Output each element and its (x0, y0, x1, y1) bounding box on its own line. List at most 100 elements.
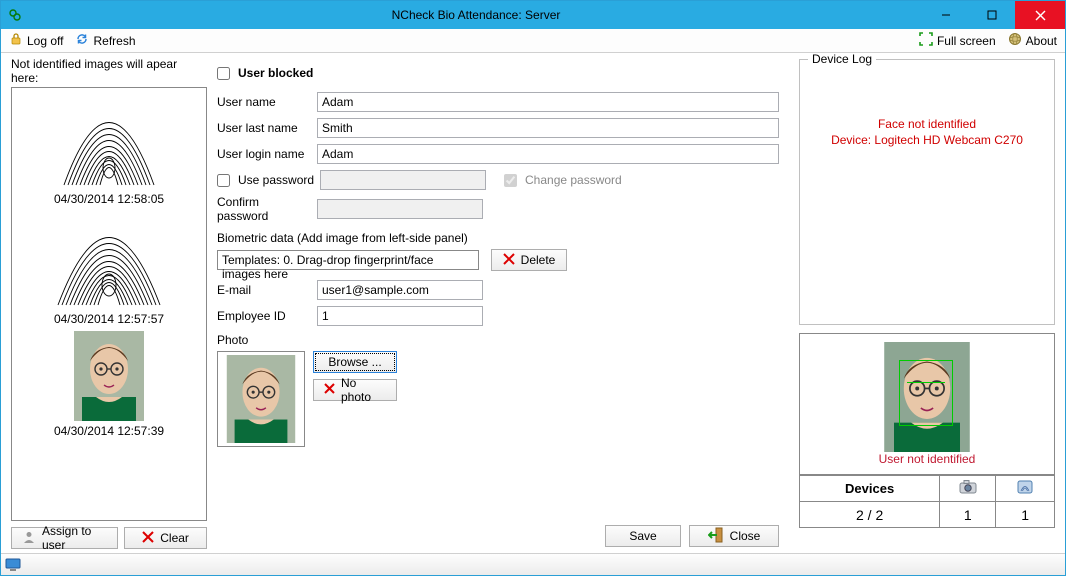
use-password-label: Use password (238, 173, 316, 187)
employee-id-input[interactable] (317, 306, 483, 326)
camera-icon-header (940, 476, 996, 502)
employee-id-label: Employee ID (217, 309, 313, 323)
window-buttons (923, 1, 1065, 29)
change-password-checkbox (504, 174, 517, 187)
app-icon (1, 8, 29, 22)
confirm-password-label: Confirm password (217, 195, 313, 223)
fingerprint-icon-header (996, 476, 1055, 502)
close-label: Close (730, 529, 761, 543)
email-label: E-mail (217, 283, 313, 297)
x-icon (324, 383, 335, 397)
logoff-button[interactable]: Log off (5, 31, 67, 50)
window-close-button[interactable] (1015, 1, 1065, 29)
no-photo-button[interactable]: No photo (313, 379, 397, 401)
monitor-icon (5, 558, 21, 572)
user-name-label: User name (217, 95, 313, 109)
last-name-input[interactable] (317, 118, 779, 138)
save-label: Save (629, 529, 656, 543)
login-label: User login name (217, 147, 313, 161)
thumbnail-caption: 04/30/2014 12:58:05 (54, 192, 164, 206)
user-blocked-checkbox[interactable] (217, 67, 230, 80)
refresh-icon (75, 32, 89, 49)
assign-to-user-button[interactable]: Assign to user (11, 527, 118, 549)
device-log-message-1: Face not identified (878, 116, 976, 132)
maximize-button[interactable] (969, 1, 1015, 29)
x-icon (503, 253, 515, 268)
thumbnail-list[interactable]: 04/30/2014 12:58:05 04/30/2014 12:57:57 … (11, 87, 207, 521)
fingerprint-count-cell: 1 (996, 502, 1055, 528)
browse-button[interactable]: Browse ... (313, 351, 397, 373)
camera-caption: User not identified (879, 452, 976, 466)
titlebar: NCheck Bio Attendance: Server (1, 1, 1065, 29)
about-button[interactable]: About (1004, 31, 1061, 50)
biometric-label: Biometric data (Add image from left-side… (217, 231, 779, 245)
refresh-button[interactable]: Refresh (71, 31, 139, 50)
x-icon (142, 531, 154, 546)
photo-buttons: Browse ... No photo (313, 351, 397, 401)
biometric-drop-area[interactable]: Templates: 0. Drag-drop fingerprint/face… (217, 250, 479, 270)
face-eyes-line (907, 382, 945, 384)
minimize-button[interactable] (923, 1, 969, 29)
delete-label: Delete (521, 253, 556, 267)
last-name-label: User last name (217, 121, 313, 135)
change-password-label: Change password (525, 173, 622, 187)
photo-label: Photo (217, 333, 779, 347)
user-blocked-row: User blocked (217, 59, 779, 87)
camera-count-cell: 1 (940, 502, 996, 528)
clear-button[interactable]: Clear (124, 527, 207, 549)
form-bottom-buttons: Save Close (605, 525, 779, 547)
change-password-row: Change password (504, 173, 622, 187)
save-button[interactable]: Save (605, 525, 681, 547)
delete-button[interactable]: Delete (491, 249, 567, 271)
app-window: NCheck Bio Attendance: Server Log off Re… (0, 0, 1066, 576)
password-input (320, 170, 486, 190)
face-detection-rect (899, 360, 953, 426)
thumbnail-caption: 04/30/2014 12:57:39 (54, 424, 164, 438)
door-exit-icon (708, 527, 724, 546)
thumbnail-caption: 04/30/2014 12:57:57 (54, 312, 164, 326)
device-log-title: Device Log (808, 53, 876, 66)
toolbar: Log off Refresh Full screen About (1, 29, 1065, 53)
devices-count-cell: 2 / 2 (800, 502, 940, 528)
photo-thumbnail (217, 351, 305, 447)
close-button[interactable]: Close (689, 525, 779, 547)
statusbar (1, 553, 1065, 575)
email-input[interactable] (317, 280, 483, 300)
lock-icon (9, 32, 23, 49)
use-password-checkbox[interactable] (217, 174, 230, 187)
fullscreen-icon (919, 32, 933, 49)
list-item[interactable]: 04/30/2014 12:57:57 (12, 210, 206, 326)
login-input[interactable] (317, 144, 779, 164)
list-item[interactable]: 04/30/2014 12:57:39 (12, 330, 206, 438)
confirm-password-input (317, 199, 483, 219)
user-blocked-label: User blocked (238, 66, 313, 80)
fingerprint-thumbnail (49, 210, 169, 310)
photo-area: Browse ... No photo (217, 351, 779, 447)
globe-icon (1008, 32, 1022, 49)
logoff-label: Log off (27, 34, 63, 48)
about-label: About (1026, 34, 1057, 48)
list-item[interactable]: 04/30/2014 12:58:05 (12, 90, 206, 206)
camera-preview: User not identified (799, 333, 1055, 475)
user-form: User blocked User name User last name Us… (211, 53, 793, 553)
left-panel: Not identified images will apear here: 0… (1, 53, 211, 553)
device-log-group: Device Log Face not identified Device: L… (799, 59, 1055, 325)
fullscreen-button[interactable]: Full screen (915, 31, 1000, 50)
fingerprint-thumbnail (49, 90, 169, 190)
window-title: NCheck Bio Attendance: Server (29, 8, 923, 22)
assign-label: Assign to user (42, 524, 107, 552)
refresh-label: Refresh (93, 34, 135, 48)
camera-image (877, 342, 977, 452)
right-panel: Device Log Face not identified Device: L… (793, 53, 1065, 553)
left-panel-header: Not identified images will apear here: (11, 57, 207, 85)
devices-header: Devices (800, 476, 940, 502)
devices-table: Devices 2 / 2 1 1 (799, 475, 1055, 528)
browse-label: Browse ... (328, 355, 381, 369)
user-icon (22, 530, 36, 547)
user-name-input[interactable] (317, 92, 779, 112)
main-area: Not identified images will apear here: 0… (1, 53, 1065, 553)
no-photo-label: No photo (341, 376, 386, 404)
biometric-row: Templates: 0. Drag-drop fingerprint/face… (217, 249, 779, 271)
clear-label: Clear (160, 531, 189, 545)
left-buttons: Assign to user Clear (11, 527, 207, 549)
